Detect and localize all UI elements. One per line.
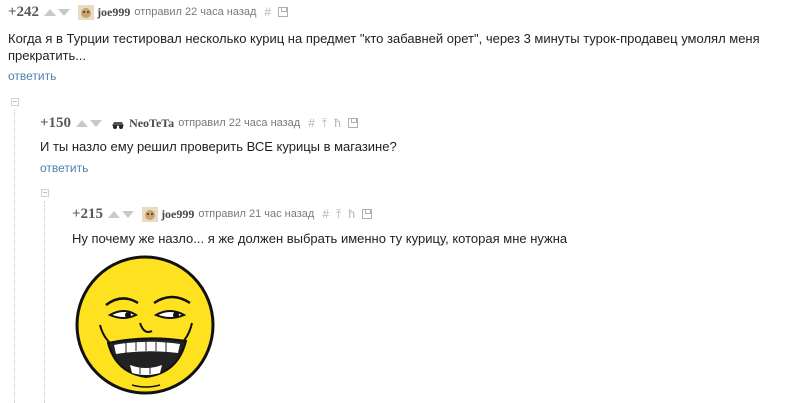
troll-smiley-face-icon (75, 255, 215, 395)
car-avatar-icon[interactable] (110, 115, 127, 131)
vote-up-icon[interactable] (108, 210, 121, 218)
permalink-icon[interactable]: # (322, 207, 329, 221)
save-icon[interactable] (362, 209, 372, 219)
vote-controls (44, 8, 72, 16)
save-icon[interactable] (347, 118, 358, 128)
branch-icon[interactable]: ħ (334, 116, 341, 130)
comment-timestamp: отправил 22 часа назад (178, 117, 301, 129)
branch-icon[interactable]: ħ (348, 207, 355, 221)
vote-up-icon[interactable] (76, 119, 89, 127)
thread-line (44, 201, 46, 403)
comment-text: Ну почему же назло... я же должен выбрат… (72, 231, 568, 246)
author-link[interactable]: NeoTeTa (129, 116, 174, 131)
comment-text: И ты назло ему решил проверить ВСЕ куриц… (40, 139, 397, 154)
comment-header: +215 joe999 отправил 21 час назад # ⤒ ħ (72, 205, 379, 223)
author-link[interactable]: joe999 (97, 5, 130, 20)
vote-controls (76, 119, 104, 127)
comment-text: Когда я в Турции тестировал несколько ку… (8, 30, 760, 64)
comment-text-line: прекратить... (8, 48, 87, 63)
save-icon[interactable] (278, 7, 289, 17)
permalink-icon[interactable]: # (264, 5, 271, 19)
comment-3: +215 joe999 отправил 21 час назад # ⤒ ħ … (72, 205, 772, 403)
comment-1: +242 joe999 отправил 22 часа назад # Ког… (8, 3, 778, 84)
permalink-icon[interactable]: # (308, 116, 315, 130)
reply-link[interactable]: ответить (8, 69, 56, 83)
comment-rating: +150 (40, 114, 72, 131)
collapse-thread-icon[interactable] (11, 98, 19, 106)
comment-header: +242 joe999 отправил 22 часа назад # (8, 3, 295, 21)
vote-controls (108, 210, 136, 218)
parent-comment-icon[interactable]: ⤒ (336, 207, 341, 222)
vote-down-icon[interactable] (58, 8, 71, 16)
thread-line (14, 110, 16, 403)
vote-down-icon[interactable] (122, 210, 135, 218)
vote-down-icon[interactable] (90, 119, 103, 127)
comment-timestamp: отправил 21 час назад (198, 208, 315, 220)
comment-2: +150 NeoTeTa отправил 22 часа назад # ⤒ … (40, 114, 760, 184)
comment-text-line: Когда я в Турции тестировал несколько ку… (8, 31, 760, 46)
author-link[interactable]: joe999 (161, 207, 194, 222)
dog-avatar-icon[interactable] (142, 206, 159, 222)
vote-up-icon[interactable] (44, 8, 57, 16)
reply-link[interactable]: ответить (40, 161, 88, 175)
comment-header: +150 NeoTeTa отправил 22 часа назад # ⤒ … (40, 114, 365, 132)
collapse-thread-icon[interactable] (41, 189, 49, 197)
dog-avatar-icon[interactable] (78, 4, 95, 20)
parent-comment-icon[interactable]: ⤒ (322, 116, 327, 131)
comment-timestamp: отправил 22 часа назад (134, 6, 257, 18)
comment-rating: +242 (8, 3, 40, 20)
comment-rating: +215 (72, 205, 104, 222)
